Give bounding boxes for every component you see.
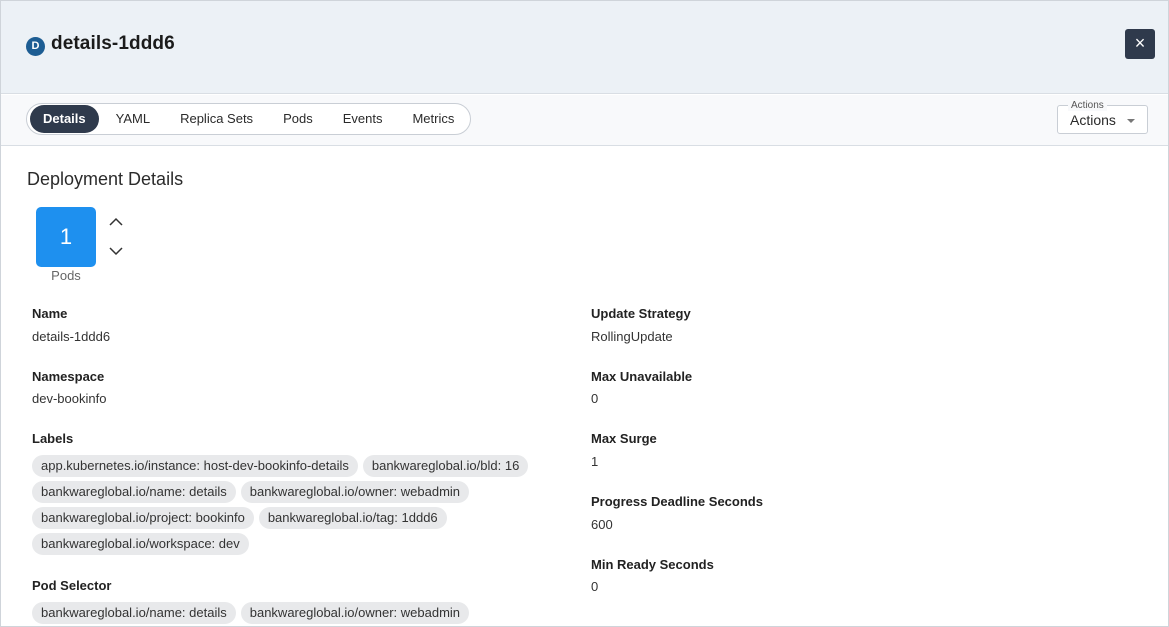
label-chip: bankwareglobal.io/tag: 1ddd6 bbox=[258, 507, 447, 529]
pod-selector-list: bankwareglobal.io/name: details bankware… bbox=[32, 602, 572, 624]
selector-chip: bankwareglobal.io/name: details bbox=[32, 602, 236, 624]
scale-down-button[interactable] bbox=[107, 242, 125, 260]
pod-selector-label: Pod Selector bbox=[32, 578, 112, 593]
actions-selected-value: Actions bbox=[1070, 112, 1116, 128]
max-surge-label: Max Surge bbox=[591, 431, 657, 446]
progress-deadline-label: Progress Deadline Seconds bbox=[591, 494, 763, 509]
label-chip: bankwareglobal.io/bld: 16 bbox=[362, 455, 529, 477]
progress-deadline-value: 600 bbox=[591, 517, 613, 532]
tab-pods[interactable]: Pods bbox=[270, 105, 326, 133]
label-chip: bankwareglobal.io/workspace: dev bbox=[32, 533, 249, 555]
actions-select[interactable]: Actions Actions bbox=[1057, 100, 1148, 134]
deployment-detail-panel: D details-1ddd6 × Details YAML Replica S… bbox=[0, 0, 1169, 627]
selector-chip: bankwareglobal.io/owner: webadmin bbox=[240, 602, 470, 624]
label-chip: bankwareglobal.io/project: bookinfo bbox=[32, 507, 254, 529]
tab-bar: Details YAML Replica Sets Pods Events Me… bbox=[1, 95, 1168, 146]
actions-legend: Actions bbox=[1068, 100, 1107, 111]
panel-header: D details-1ddd6 × bbox=[1, 1, 1168, 94]
section-title: Deployment Details bbox=[27, 169, 184, 189]
update-strategy-value: RollingUpdate bbox=[591, 329, 673, 344]
namespace-label: Namespace bbox=[32, 369, 105, 384]
min-ready-value: 0 bbox=[591, 579, 599, 594]
label-chip: app.kubernetes.io/instance: host-dev-boo… bbox=[32, 455, 358, 477]
tab-details[interactable]: Details bbox=[30, 105, 99, 133]
chevron-up-icon bbox=[109, 217, 123, 226]
scale-up-button[interactable] bbox=[107, 213, 125, 231]
name-value: details-1ddd6 bbox=[32, 329, 111, 344]
min-ready-label: Min Ready Seconds bbox=[591, 557, 714, 572]
close-icon: × bbox=[1134, 33, 1146, 53]
label-chip: bankwareglobal.io/name: details bbox=[32, 481, 236, 503]
tab-replica-sets[interactable]: Replica Sets bbox=[167, 105, 266, 133]
page-title: details-1ddd6 bbox=[51, 33, 175, 54]
tab-group: Details YAML Replica Sets Pods Events Me… bbox=[26, 103, 472, 135]
max-unavailable-value: 0 bbox=[591, 391, 599, 406]
update-strategy-label: Update Strategy bbox=[591, 306, 691, 321]
tab-metrics[interactable]: Metrics bbox=[399, 105, 467, 133]
pod-count-label: Pods bbox=[51, 268, 81, 283]
pod-count: 1 bbox=[36, 207, 96, 267]
max-unavailable-label: Max Unavailable bbox=[591, 369, 693, 384]
name-label: Name bbox=[32, 306, 68, 321]
namespace-value: dev-bookinfo bbox=[32, 391, 107, 406]
caret-down-icon bbox=[1127, 119, 1135, 123]
close-button[interactable]: × bbox=[1125, 29, 1155, 59]
tab-events[interactable]: Events bbox=[330, 105, 396, 133]
labels-label: Labels bbox=[32, 431, 74, 446]
max-surge-value: 1 bbox=[591, 454, 599, 469]
label-chip: bankwareglobal.io/owner: webadmin bbox=[240, 481, 470, 503]
chevron-down-icon bbox=[109, 247, 123, 256]
labels-list: app.kubernetes.io/instance: host-dev-boo… bbox=[32, 455, 572, 555]
deployment-kind-badge: D bbox=[26, 37, 45, 56]
tab-yaml[interactable]: YAML bbox=[103, 105, 163, 133]
